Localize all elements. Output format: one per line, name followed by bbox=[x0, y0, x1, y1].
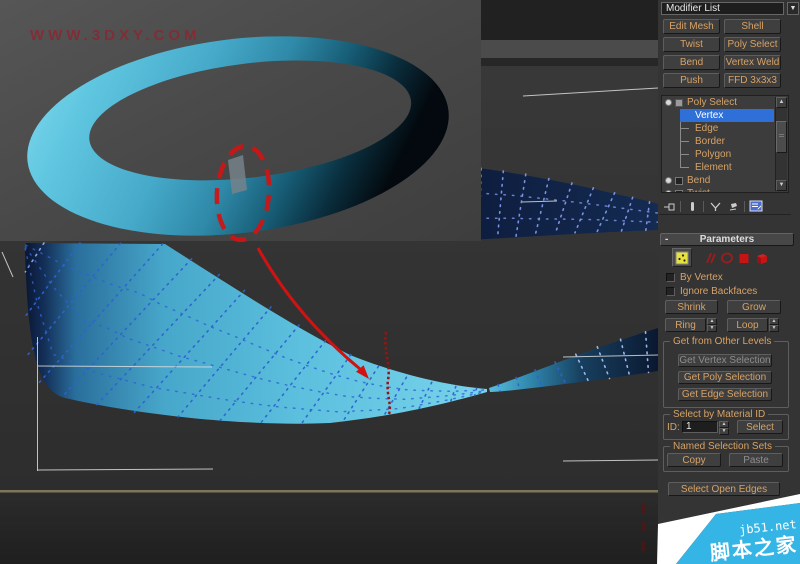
spinner-up-icon[interactable]: ▲ bbox=[769, 318, 779, 325]
make-unique-icon[interactable] bbox=[708, 200, 722, 213]
paste-button[interactable]: Paste bbox=[729, 453, 783, 467]
stack-scrollbar[interactable]: ▲ ▼ bbox=[775, 97, 787, 191]
id-label: ID: bbox=[667, 422, 680, 433]
viewport[interactable]: WWW.3DXY.COM bbox=[0, 0, 659, 493]
ignore-backfaces-checkbox[interactable] bbox=[666, 287, 675, 296]
group-title: Named Selection Sets bbox=[670, 441, 775, 452]
pin-stack-icon[interactable] bbox=[662, 200, 676, 213]
backdrop-seam bbox=[481, 58, 658, 66]
stack-subitem-border[interactable]: Border bbox=[662, 135, 775, 148]
subobject-mode-icons bbox=[670, 248, 790, 268]
group-get-from-other-levels: Get from Other Levels Get Vertex Selecti… bbox=[663, 336, 789, 408]
edge-mode-icon[interactable] bbox=[703, 251, 718, 265]
modifier-icon bbox=[675, 176, 683, 185]
backdrop-dark-strip bbox=[481, 0, 658, 40]
bottom-empty-area bbox=[0, 493, 658, 564]
button-poly-select[interactable]: Poly Select bbox=[724, 37, 781, 52]
ignore-backfaces-label: Ignore Backfaces bbox=[680, 286, 758, 297]
stack-subitem-edge[interactable]: Edge bbox=[662, 122, 775, 135]
border-mode-icon[interactable] bbox=[719, 251, 734, 265]
get-edge-selection-button[interactable]: Get Edge Selection bbox=[678, 388, 772, 401]
button-edit-mesh[interactable]: Edit Mesh bbox=[663, 19, 720, 34]
viewport-canvas[interactable]: WWW.3DXY.COM bbox=[0, 0, 659, 493]
lightbulb-icon[interactable] bbox=[665, 177, 672, 184]
stack-subitem-polygon[interactable]: Polygon bbox=[662, 148, 775, 161]
by-vertex-checkbox[interactable] bbox=[666, 273, 675, 282]
button-vertex-weld[interactable]: Vertex Weld bbox=[724, 55, 781, 70]
by-vertex-row: By Vertex bbox=[666, 272, 791, 283]
stack-subitem-element[interactable]: Element bbox=[662, 161, 775, 174]
configure-modifier-sets-icon[interactable] bbox=[749, 200, 763, 213]
lightbulb-icon[interactable] bbox=[665, 99, 672, 106]
spinner-down-icon[interactable]: ▼ bbox=[707, 325, 717, 332]
shrink-button[interactable]: Shrink bbox=[665, 300, 718, 314]
grow-button[interactable]: Grow bbox=[727, 300, 781, 314]
group-title: Select by Material ID bbox=[670, 409, 769, 420]
modifier-button-set: Edit Mesh Shell Twist Poly Select Bend V… bbox=[663, 19, 781, 89]
spinner-up-icon[interactable]: ▲ bbox=[707, 318, 717, 325]
stack-subitem-vertex[interactable]: Vertex bbox=[662, 109, 775, 122]
button-ffd-3x3x3[interactable]: FFD 3x3x3 bbox=[724, 73, 781, 88]
viewport-watermark: WWW.3DXY.COM bbox=[30, 27, 201, 44]
ring-button[interactable]: Ring bbox=[665, 318, 706, 332]
by-vertex-label: By Vertex bbox=[680, 272, 723, 283]
material-id-spinner[interactable]: ▲ ▼ bbox=[719, 421, 729, 435]
ring-spinner[interactable]: ▲ ▼ bbox=[707, 318, 717, 332]
material-id-input[interactable]: 1 bbox=[682, 421, 718, 433]
modifier-icon bbox=[675, 189, 683, 192]
group-title: Get from Other Levels bbox=[670, 336, 775, 347]
group-named-selection-sets: Named Selection Sets Copy Paste bbox=[663, 441, 789, 472]
scrollbar-thumb[interactable] bbox=[776, 121, 787, 153]
stack-item-twist[interactable]: Twist bbox=[662, 187, 775, 192]
scroll-down-icon[interactable]: ▼ bbox=[776, 180, 787, 191]
rollout-parameters-header[interactable]: - Parameters bbox=[660, 233, 794, 246]
element-mode-icon[interactable] bbox=[754, 251, 769, 265]
select-by-id-button[interactable]: Select bbox=[737, 420, 783, 434]
group-select-by-material-id: Select by Material ID ID: 1 ▲ ▼ Select bbox=[663, 409, 789, 440]
polygon-mode-icon[interactable] bbox=[736, 251, 751, 265]
show-end-result-icon[interactable] bbox=[685, 200, 699, 213]
vertex-mode-icon[interactable] bbox=[672, 248, 692, 267]
site-watermark-banner: jb51.net 脚本之家 bbox=[640, 490, 800, 564]
button-push[interactable]: Push bbox=[663, 73, 720, 88]
loop-button[interactable]: Loop bbox=[727, 318, 768, 332]
modifier-list-dropdown[interactable]: Modifier List bbox=[661, 2, 784, 15]
button-bend[interactable]: Bend bbox=[663, 55, 720, 70]
dropdown-arrow-icon[interactable]: ▼ bbox=[787, 2, 799, 15]
get-vertex-selection-button[interactable]: Get Vertex Selection bbox=[678, 354, 772, 367]
collapse-icon[interactable]: - bbox=[665, 234, 668, 245]
stack-toolbar bbox=[659, 198, 791, 215]
modifier-stack: Poly Select Vertex Edge Border Polygon E… bbox=[661, 95, 789, 193]
app-window: WWW.3DXY.COM Modifier List ▼ Edit Mesh S… bbox=[0, 0, 800, 564]
copy-button[interactable]: Copy bbox=[667, 453, 721, 467]
scroll-up-icon[interactable]: ▲ bbox=[776, 97, 787, 108]
stack-item-poly-select[interactable]: Poly Select bbox=[662, 96, 775, 109]
button-twist[interactable]: Twist bbox=[663, 37, 720, 52]
modifier-icon bbox=[675, 98, 683, 107]
spinner-down-icon[interactable]: ▼ bbox=[769, 325, 779, 332]
command-panel: Modifier List ▼ Edit Mesh Shell Twist Po… bbox=[658, 0, 800, 564]
spinner-up-icon[interactable]: ▲ bbox=[719, 421, 729, 428]
get-poly-selection-button[interactable]: Get Poly Selection bbox=[678, 371, 772, 384]
loop-spinner[interactable]: ▲ ▼ bbox=[769, 318, 779, 332]
stack-item-bend[interactable]: Bend bbox=[662, 174, 775, 187]
inset-reference-image: WWW.3DXY.COM bbox=[0, 0, 481, 241]
remove-modifier-icon[interactable] bbox=[726, 200, 740, 213]
spinner-down-icon[interactable]: ▼ bbox=[719, 428, 729, 435]
lightbulb-icon[interactable] bbox=[665, 190, 672, 192]
button-shell[interactable]: Shell bbox=[724, 19, 781, 34]
backdrop-light-band bbox=[481, 40, 658, 58]
ignore-backfaces-row: Ignore Backfaces bbox=[666, 286, 791, 297]
